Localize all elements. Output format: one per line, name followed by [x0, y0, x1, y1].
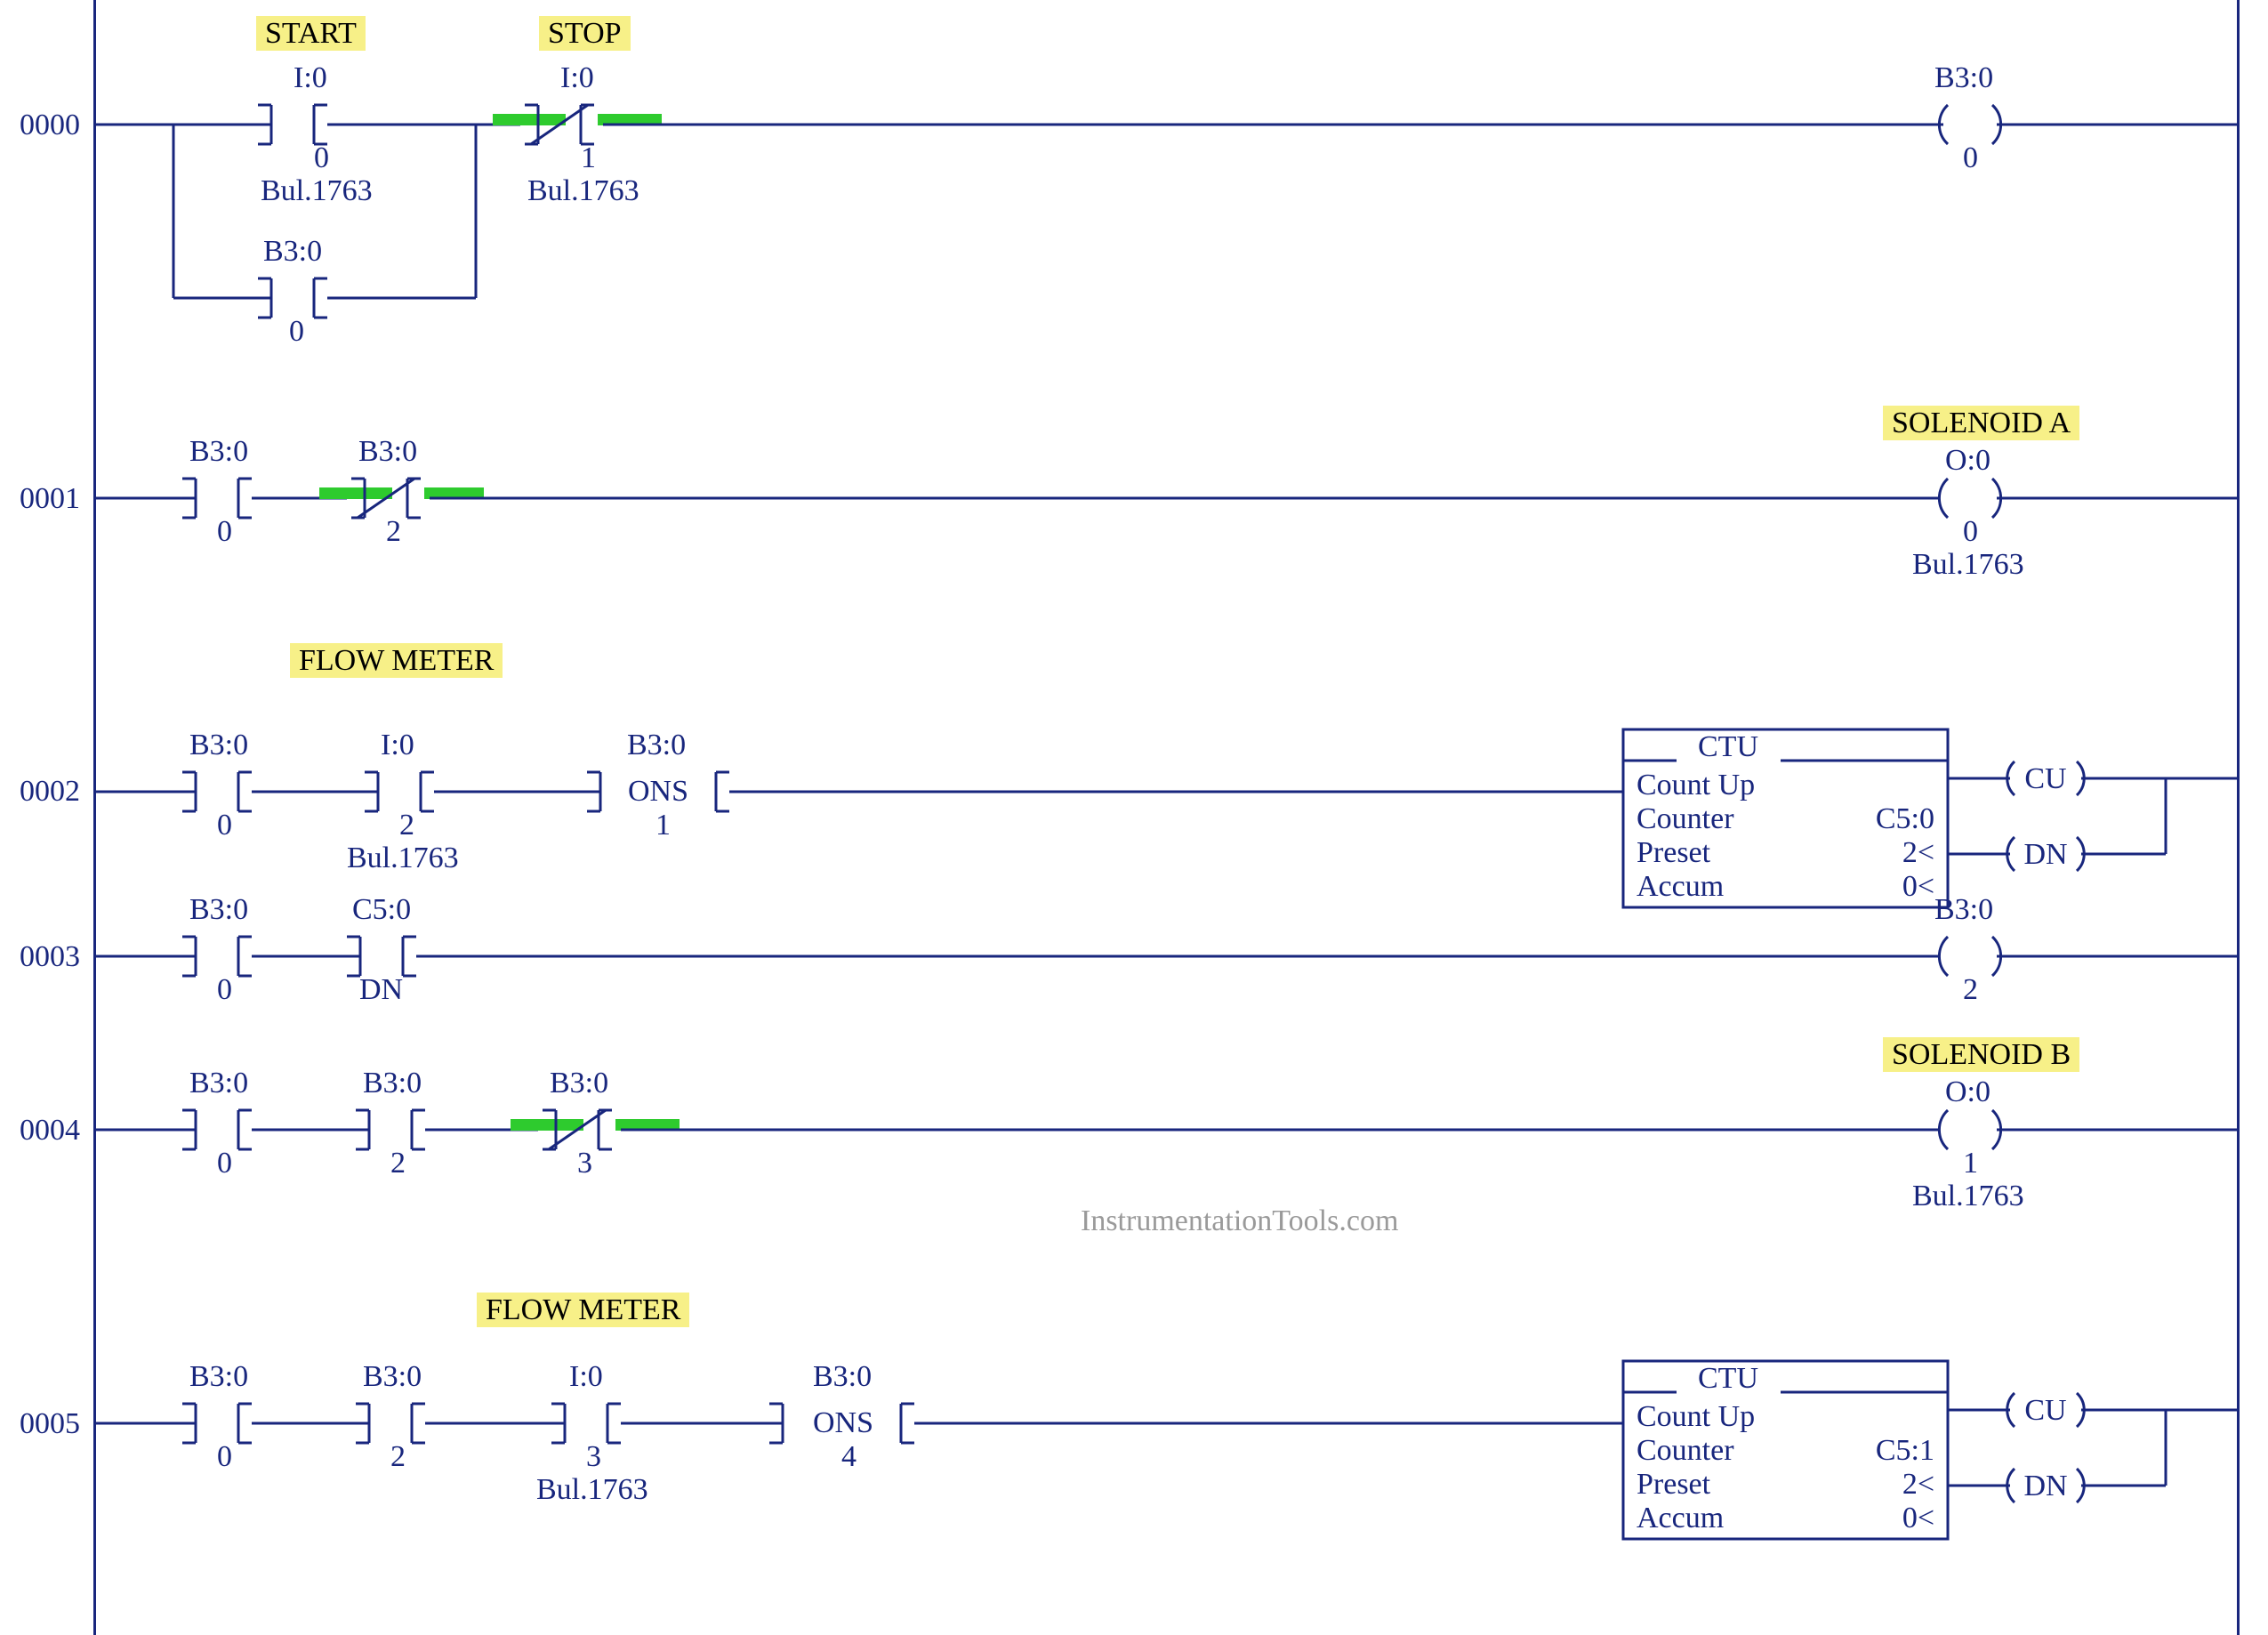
rung-number: 0005: [0, 1408, 80, 1440]
bit: 1: [581, 142, 596, 174]
svg-text:Preset: Preset: [1637, 836, 1711, 869]
bit: 0: [1963, 516, 1978, 548]
svg-text:2<: 2<: [1902, 836, 1934, 869]
svg-text:Count Up: Count Up: [1637, 769, 1755, 801]
tag-label: SOLENOID A: [1883, 406, 2079, 440]
addr: B3:0: [189, 1067, 248, 1099]
bit: 2: [399, 809, 414, 842]
addr: B3:0: [189, 729, 248, 761]
bit: 0: [217, 516, 232, 548]
addr: B3:0: [627, 729, 686, 761]
svg-text:C5:0: C5:0: [1876, 802, 1934, 835]
bit: 0: [289, 316, 304, 348]
addr: C5:0: [352, 894, 411, 926]
bit: 2: [390, 1148, 406, 1180]
bit: 3: [586, 1441, 601, 1473]
svg-text:DN: DN: [2023, 838, 2067, 871]
tag-label: FLOW METER: [290, 643, 503, 678]
svg-text:Accum: Accum: [1637, 870, 1724, 903]
note: Bul.1763: [261, 175, 373, 207]
svg-text:Accum: Accum: [1637, 1502, 1724, 1534]
status-coil: DN: [2007, 837, 2085, 871]
svg-text:C5:1: C5:1: [1876, 1434, 1934, 1467]
bit: 0: [217, 809, 232, 842]
bit: 0: [217, 974, 232, 1006]
bit: 4: [841, 1441, 857, 1473]
addr: B3:0: [263, 236, 322, 268]
bit: 2: [390, 1441, 406, 1473]
output-coil: [1939, 479, 2000, 518]
bit: 2: [1963, 974, 1978, 1006]
rung-5: ONS CTU Count Up Counter C5:1 Preset 2< …: [93, 1370, 2240, 1592]
rung-number: 0003: [0, 941, 80, 973]
svg-text:CTU: CTU: [1698, 1362, 1758, 1395]
addr: I:0: [569, 1361, 603, 1393]
svg-text:DN: DN: [2023, 1470, 2067, 1502]
status-coil: CU: [2007, 1393, 2085, 1427]
ons-instruction: ONS: [587, 772, 729, 811]
note: Bul.1763: [1912, 549, 2024, 581]
rung-number: 0002: [0, 776, 80, 808]
addr: B3:0: [1934, 894, 1993, 926]
addr: B3:0: [363, 1067, 422, 1099]
addr: B3:0: [189, 1361, 248, 1393]
bit: DN: [359, 974, 403, 1006]
svg-text:Counter: Counter: [1637, 802, 1734, 835]
bit: 3: [577, 1148, 592, 1180]
note: Bul.1763: [347, 842, 459, 874]
bit: 0: [314, 142, 329, 174]
rung-number: 0000: [0, 109, 80, 141]
addr: I:0: [294, 62, 327, 94]
svg-text:CU: CU: [2024, 762, 2066, 795]
addr: I:0: [560, 62, 594, 94]
addr: B3:0: [550, 1067, 608, 1099]
bit: 2: [386, 516, 401, 548]
svg-text:0<: 0<: [1902, 1502, 1934, 1534]
addr: O:0: [1945, 445, 1991, 477]
bit: 1: [1963, 1148, 1978, 1180]
output-coil: [1939, 937, 2000, 976]
watermark: InstrumentationTools.com: [1081, 1205, 1398, 1237]
ctu-block: CTU Count Up Counter C5:0 Preset 2< Accu…: [1623, 729, 1948, 907]
addr: B3:0: [1934, 62, 1993, 94]
status-coil: CU: [2007, 761, 2085, 795]
note: Bul.1763: [1912, 1180, 2024, 1212]
svg-text:ONS: ONS: [813, 1406, 873, 1439]
ons-instruction: ONS: [769, 1404, 914, 1443]
rung-number: 0004: [0, 1115, 80, 1147]
rung-0: [93, 0, 2240, 356]
tag-label: FLOW METER: [477, 1293, 689, 1327]
addr: B3:0: [363, 1361, 422, 1393]
note: Bul.1763: [527, 175, 639, 207]
svg-text:ONS: ONS: [628, 775, 688, 808]
output-coil: [1939, 1110, 2000, 1149]
svg-text:Preset: Preset: [1637, 1468, 1711, 1501]
svg-text:Counter: Counter: [1637, 1434, 1734, 1467]
svg-text:CU: CU: [2024, 1394, 2066, 1427]
addr: I:0: [381, 729, 414, 761]
addr: B3:0: [813, 1361, 872, 1393]
addr: B3:0: [189, 436, 248, 468]
svg-text:Count Up: Count Up: [1637, 1400, 1755, 1433]
ctu-block: CTU Count Up Counter C5:1 Preset 2< Accu…: [1623, 1361, 1948, 1539]
addr: B3:0: [189, 894, 248, 926]
rung-number: 0001: [0, 483, 80, 515]
svg-text:CTU: CTU: [1698, 730, 1758, 763]
bit: 1: [655, 809, 671, 842]
status-coil: DN: [2007, 1469, 2085, 1502]
output-coil: [1939, 105, 2000, 144]
rung-2: ONS CTU Count Up Counter C5:0 Preset 2< …: [93, 712, 2240, 916]
bit: 0: [217, 1441, 232, 1473]
tag-label: SOLENOID B: [1883, 1037, 2079, 1072]
ladder-diagram: 0000 0001 0002 0003 0004 0005 START STOP…: [0, 0, 2268, 1635]
addr: O:0: [1945, 1076, 1991, 1108]
addr: B3:0: [358, 436, 417, 468]
note: Bul.1763: [536, 1474, 648, 1506]
svg-text:0<: 0<: [1902, 870, 1934, 903]
bit: 0: [217, 1148, 232, 1180]
rung-3: [93, 903, 2240, 1010]
bit: 0: [1963, 142, 1978, 174]
svg-text:2<: 2<: [1902, 1468, 1934, 1501]
